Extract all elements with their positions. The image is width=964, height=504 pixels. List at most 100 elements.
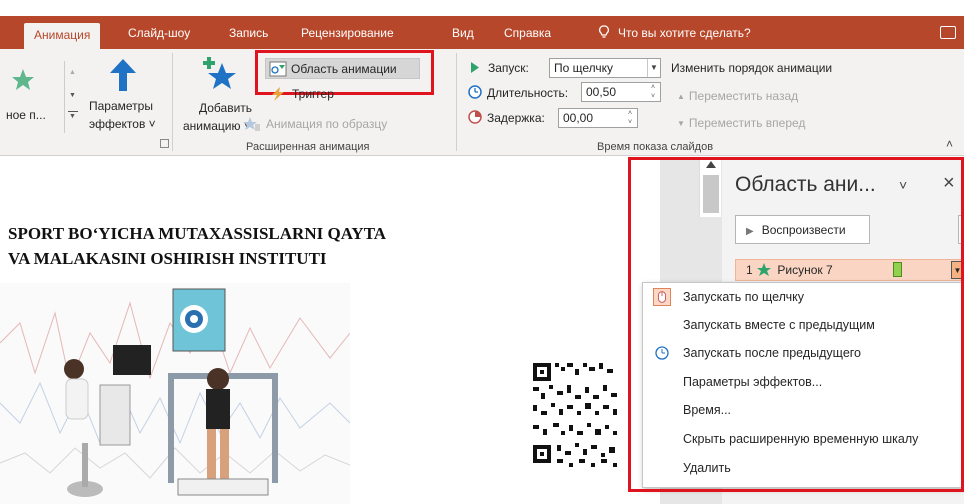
animation-item-number: 1 (746, 263, 753, 277)
scroll-up-icon[interactable] (706, 161, 716, 168)
delay-spinner[interactable]: ˄ ˅ (624, 109, 636, 127)
play-from-button[interactable]: ▶ Воспроизвести (735, 215, 870, 244)
trigger-label: Триггер (292, 87, 334, 101)
animation-painter-label: Анимация по образцу (266, 117, 388, 131)
close-icon[interactable]: × (943, 172, 955, 195)
item-dropdown-arrow[interactable]: ▼ (951, 261, 964, 279)
tab-record[interactable]: Запись (229, 25, 268, 49)
collapse-ribbon-icon[interactable]: ˄ (946, 137, 953, 151)
tab-view[interactable]: Вид (452, 25, 474, 49)
clock-icon (655, 346, 669, 360)
search-placeholder: Что вы хотите сделать? (618, 26, 751, 40)
animation-ribbon: ное п... ▲ ▼ ▼ Параметры эффектов ˅ Доба… (0, 49, 964, 156)
mouse-click-icon (653, 288, 671, 306)
animation-painter-icon (243, 117, 260, 131)
animation-pane-label: Область анимации (291, 61, 397, 76)
move-earlier-label: Переместить назад (688, 89, 799, 103)
animation-painter-button[interactable]: Анимация по образцу (242, 116, 387, 132)
slide-title-line2[interactable]: VA MALAKASINI OSHIRISH INSTITUTI (8, 249, 327, 269)
delay-value: 00,00 (563, 111, 594, 125)
effect-options-line1[interactable]: Параметры (89, 99, 153, 113)
qr-code-icon (527, 355, 627, 473)
animation-context-menu: Запускать по щелчку Запускать вместе с п… (642, 282, 964, 488)
animation-pane-button[interactable]: Область анимации (265, 58, 420, 79)
chevron-down-icon[interactable]: ˅ (899, 177, 907, 193)
start-label: Запуск: (488, 61, 529, 75)
menu-label: Запускать вместе с предыдущим (683, 318, 875, 332)
menu-effect-options[interactable]: Параметры эффектов... (643, 368, 964, 396)
timing-bar[interactable] (893, 262, 902, 277)
play-button-label: Воспроизвести (761, 223, 846, 237)
delay-icon (468, 110, 482, 124)
tell-me-search[interactable]: Что вы хотите сделать? (598, 25, 751, 40)
comments-icon[interactable] (940, 26, 956, 39)
menu-label: Время... (683, 403, 732, 417)
move-later-label: Переместить вперед (688, 116, 806, 130)
add-animation-line1[interactable]: Добавить (199, 101, 252, 115)
tab-animation[interactable]: Анимация (24, 23, 101, 49)
advanced-animation-group-label: Расширенная анимация (246, 141, 370, 153)
effect-options-line2[interactable]: эффектов ˅ (89, 117, 156, 131)
play-triangle-icon (471, 62, 479, 73)
ribbon-tab-bar: Анимация Слайд-шоу Запись Рецензирование… (0, 16, 964, 49)
menu-start-on-click[interactable]: Запускать по щелчку (643, 283, 964, 311)
top-cropped-caption (0, 0, 964, 16)
slide-title-line1[interactable]: SPORT BO‘YICHA MUTAXASSISLARNI QAYTA (8, 224, 386, 244)
menu-label: Запускать по щелчку (683, 290, 805, 304)
delay-label: Задержка: (487, 111, 545, 125)
effect-gallery-star-icon[interactable] (10, 67, 36, 93)
menu-label: Запускать после предыдущего (683, 346, 862, 360)
duration-spinner[interactable]: ˄ ˅ (647, 83, 659, 101)
menu-label: Параметры эффектов... (683, 375, 823, 389)
reorder-animation-label: Изменить порядок анимации (671, 61, 833, 75)
tab-slideshow[interactable]: Слайд-шоу (128, 25, 190, 49)
dialog-launcher-icon[interactable] (160, 139, 169, 148)
triangle-down-icon: ▼ (677, 118, 685, 128)
timing-group-label: Время показа слайдов (597, 141, 714, 153)
lightbulb-icon (599, 25, 609, 38)
animation-pane-title: Область ани... (735, 173, 876, 196)
lightning-trigger-icon (272, 87, 284, 101)
menu-label: Скрыть расширенную временную шкалу (683, 432, 919, 446)
clock-icon (468, 85, 482, 99)
slide-vertical-scrollbar[interactable] (699, 157, 721, 217)
up-arrow-icon[interactable] (108, 57, 138, 93)
duration-value: 00,50 (586, 85, 617, 99)
qr-code-image[interactable] (527, 355, 627, 473)
start-dropdown[interactable]: По щелчку ▼ (549, 58, 661, 78)
start-value: По щелчку (554, 61, 614, 75)
slide-edge (0, 157, 660, 170)
trigger-button[interactable]: Триггер (268, 87, 334, 101)
animation-item-label: Рисунок 7 (777, 263, 833, 277)
move-later-button[interactable]: ▼ Переместить вперед (677, 116, 805, 130)
menu-start-with-previous[interactable]: Запускать вместе с предыдущим (643, 311, 964, 339)
menu-start-after-previous[interactable]: Запускать после предыдущего (643, 339, 964, 367)
effect-gallery-current[interactable]: ное п... (6, 108, 46, 122)
separator (172, 53, 173, 151)
menu-timing[interactable]: Время... (643, 396, 964, 424)
gallery-scroll[interactable]: ▲ ▼ ▼ (64, 61, 81, 133)
move-earlier-button[interactable]: ▲ Переместить назад (677, 89, 798, 103)
menu-hide-advanced-timeline[interactable]: Скрыть расширенную временную шкалу (643, 425, 964, 453)
tab-review[interactable]: Рецензирование (301, 25, 394, 49)
scroll-thumb[interactable] (703, 175, 719, 213)
delay-input[interactable]: 00,00 ˄ ˅ (558, 108, 638, 128)
entrance-star-icon (757, 263, 772, 276)
balance-test-picture[interactable] (0, 283, 350, 504)
duration-input[interactable]: 00,50 ˄ ˅ (581, 82, 661, 102)
triangle-up-icon: ▲ (677, 91, 685, 101)
powerpoint-window: Анимация Слайд-шоу Запись Рецензирование… (0, 0, 964, 504)
pane-button-edge (958, 215, 964, 244)
tab-help[interactable]: Справка (504, 25, 551, 49)
duration-label: Длительность: (487, 86, 569, 100)
play-icon: ▶ (746, 226, 754, 237)
menu-remove[interactable]: Удалить (643, 454, 964, 482)
add-animation-line2[interactable]: анимацию ˅ (183, 119, 251, 133)
animation-list-item[interactable]: 1 Рисунок 7 (735, 259, 964, 281)
balance-platform-illustration (0, 283, 350, 504)
animation-pane-icon (269, 61, 287, 76)
menu-label: Удалить (683, 461, 731, 475)
chevron-down-icon: ▼ (647, 59, 660, 77)
separator (456, 53, 457, 151)
add-animation-star-icon[interactable] (201, 55, 239, 93)
